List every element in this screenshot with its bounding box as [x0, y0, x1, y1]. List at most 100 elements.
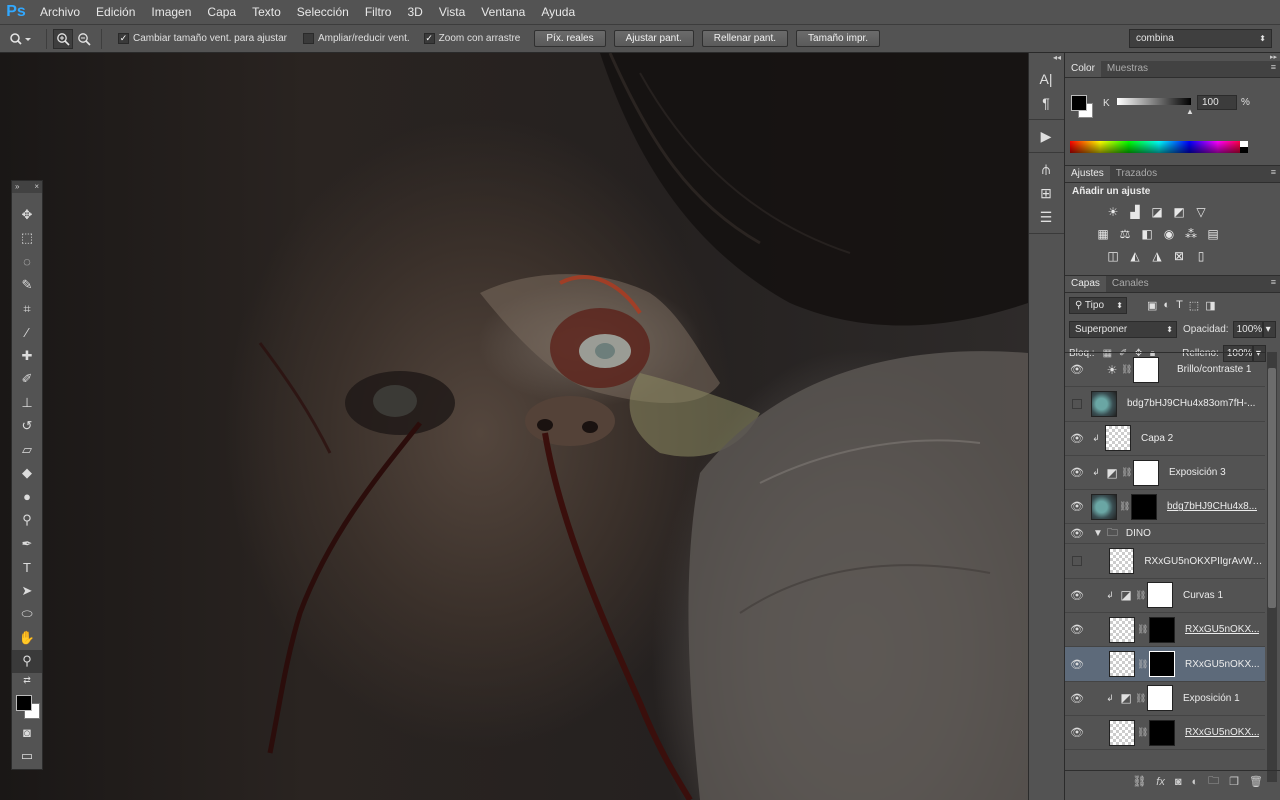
invert-icon[interactable]: ◫ — [1105, 248, 1121, 264]
lasso-tool-icon[interactable]: ◌ — [12, 250, 42, 274]
menu-texto[interactable]: Texto — [244, 0, 289, 24]
quick-selection-tool-icon[interactable]: ✎ — [12, 274, 42, 298]
new-group-icon[interactable]: 🗀 — [1208, 772, 1219, 791]
screen-mode-icon[interactable]: ▭ — [12, 745, 42, 769]
layer-mask-thumbnail[interactable] — [1133, 459, 1159, 486]
color-balance-icon[interactable]: ⚖ — [1117, 226, 1133, 242]
posterize-icon[interactable]: ◭ — [1127, 248, 1143, 264]
tab-layers[interactable]: Capas — [1065, 276, 1106, 292]
layer-mask-thumbnail[interactable] — [1147, 685, 1173, 712]
layer-name[interactable]: Capa 2 — [1141, 433, 1173, 444]
menu-3d[interactable]: 3D — [399, 0, 430, 24]
healing-brush-tool-icon[interactable]: ✚ — [12, 344, 42, 368]
workspace-select[interactable]: combina ⬍ — [1129, 29, 1272, 48]
tab-adjustments[interactable]: Ajustes — [1065, 166, 1110, 182]
link-icon[interactable]: ⛓︎ — [1121, 467, 1132, 478]
blur-tool-icon[interactable]: ● — [12, 485, 42, 509]
layer-row[interactable]: 👁︎ ⛓︎ bdg7bHJ9CHu4x8... — [1065, 490, 1265, 525]
opacity-input[interactable]: 100% — [1232, 320, 1263, 338]
brush-tool-icon[interactable]: ✐ — [12, 368, 42, 392]
link-icon[interactable]: ⛓︎ — [1137, 727, 1148, 738]
new-layer-icon[interactable]: ❐ — [1229, 775, 1239, 788]
threshold-icon[interactable]: ◮ — [1149, 248, 1165, 264]
shape-filter-icon[interactable]: ⬚ — [1189, 299, 1199, 312]
layer-row[interactable]: 👁︎ ☀ ⛓︎ Brillo/contraste 1 — [1065, 353, 1265, 388]
layer-mask-thumbnail[interactable] — [1133, 356, 1159, 383]
layer-mask-thumbnail[interactable] — [1149, 719, 1175, 746]
menu-edicion[interactable]: Edición — [88, 0, 143, 24]
zoom-in-icon[interactable] — [53, 28, 73, 49]
foreground-color-swatch[interactable] — [16, 695, 32, 711]
collapse-icon[interactable]: ◂◂ — [1029, 53, 1064, 63]
expand-triangle-icon[interactable]: ▼ — [1093, 528, 1103, 539]
type-tool-icon[interactable]: T — [12, 556, 42, 580]
layer-name[interactable]: Brillo/contraste 1 — [1177, 364, 1251, 375]
hue-saturation-icon[interactable]: ▦ — [1095, 226, 1111, 242]
print-size-button[interactable]: Tamaño impr. — [796, 30, 881, 47]
menu-capa[interactable]: Capa — [199, 0, 244, 24]
visibility-eye-icon[interactable]: 👁︎ — [1065, 623, 1089, 636]
layer-row[interactable]: bdg7bHJ9CHu4x83om7fH-... — [1065, 387, 1265, 422]
photo-filter-icon[interactable]: ◉ — [1161, 226, 1177, 242]
new-adjustment-icon[interactable]: ◐ — [1192, 776, 1199, 788]
curves-icon[interactable]: ◪ — [1149, 204, 1165, 220]
fit-screen-button[interactable]: Ajustar pant. — [613, 30, 694, 47]
eyedropper-tool-icon[interactable]: ⁄ — [12, 321, 42, 345]
zoom-all-windows-checkbox[interactable]: Ampliar/reducir vent. — [302, 33, 410, 44]
crop-tool-icon[interactable]: ⌗ — [12, 297, 42, 321]
close-icon[interactable]: × — [34, 181, 39, 193]
layer-row[interactable]: 👁︎ ↲ Capa 2 — [1065, 422, 1265, 456]
menu-imagen[interactable]: Imagen — [143, 0, 199, 24]
layer-thumbnail[interactable] — [1091, 493, 1117, 520]
layer-row[interactable]: 👁︎ ↲ ◪ ⛓︎ Curvas 1 — [1065, 579, 1265, 614]
filter-kind-select[interactable]: ⚲ Tipo ⬍ — [1069, 296, 1127, 314]
link-icon[interactable]: ⛓︎ — [1119, 501, 1130, 512]
layer-row[interactable]: RXxGU5nOKXPIIgrAvWu... — [1065, 544, 1265, 579]
layer-group-row[interactable]: 👁︎ ▼ 🗀 DINO — [1065, 524, 1265, 545]
vibrance-icon[interactable]: ▽ — [1193, 204, 1209, 220]
blend-mode-select[interactable]: Superponer ⬍ — [1069, 320, 1177, 338]
visibility-eye-icon[interactable]: 👁︎ — [1065, 466, 1089, 479]
black-white-icon[interactable]: ◧ — [1139, 226, 1155, 242]
exposure-icon[interactable]: ◩ — [1171, 204, 1187, 220]
link-icon[interactable]: ⛓︎ — [1135, 590, 1146, 601]
levels-icon[interactable]: ▟ — [1127, 204, 1143, 220]
layer-row[interactable]: 👁︎ ↲ ◩ ⛓︎ Exposición 3 — [1065, 456, 1265, 491]
layers-scrollbar[interactable] — [1267, 352, 1277, 782]
layer-mask-thumbnail[interactable] — [1149, 616, 1175, 643]
path-selection-tool-icon[interactable]: ➤ — [12, 579, 42, 603]
zoom-out-icon[interactable] — [73, 29, 95, 49]
layer-thumbnail[interactable] — [1109, 616, 1135, 643]
add-mask-icon[interactable]: ◙ — [1175, 776, 1182, 788]
ellipse-tool-icon[interactable]: ⬭ — [12, 603, 42, 627]
menu-ayuda[interactable]: Ayuda — [533, 0, 583, 24]
link-icon[interactable]: ⛓︎ — [1137, 659, 1148, 670]
foreground-color-swatch[interactable] — [1071, 95, 1087, 111]
clone-source-icon[interactable]: ⊞ — [1029, 181, 1063, 205]
character-panel-icon[interactable]: A| — [1029, 67, 1063, 91]
clone-stamp-tool-icon[interactable]: ⊥ — [12, 391, 42, 415]
layer-name[interactable]: RXxGU5nOKX... — [1185, 659, 1259, 670]
adjustment-filter-icon[interactable]: ◐ — [1163, 299, 1170, 312]
menu-vista[interactable]: Vista — [431, 0, 473, 24]
visibility-eye-icon[interactable]: 👁︎ — [1065, 363, 1089, 376]
layer-style-icon[interactable]: fx — [1156, 776, 1165, 788]
collapse-icon[interactable]: ▸▸ — [1065, 53, 1280, 61]
layer-mask-thumbnail[interactable] — [1147, 582, 1173, 609]
eraser-tool-icon[interactable]: ▱ — [12, 438, 42, 462]
visibility-eye-icon[interactable]: 👁︎ — [1065, 726, 1089, 739]
group-name[interactable]: DINO — [1126, 528, 1151, 539]
toolbox-header[interactable]: » × — [12, 181, 42, 193]
black-white-swatch[interactable] — [1240, 141, 1248, 153]
layer-thumbnail[interactable] — [1105, 425, 1131, 452]
gradient-map-icon[interactable]: ▯ — [1193, 248, 1209, 264]
fill-screen-button[interactable]: Rellenar pant. — [701, 30, 789, 47]
layer-thumbnail[interactable] — [1109, 719, 1135, 746]
move-tool-icon[interactable]: ✥ — [12, 203, 42, 227]
pen-tool-icon[interactable]: ✒ — [12, 532, 42, 556]
layer-row[interactable]: 👁︎ ⛓︎ RXxGU5nOKX... — [1065, 613, 1265, 648]
pixel-filter-icon[interactable]: ▣ — [1147, 299, 1157, 312]
layer-row[interactable]: 👁︎ ↲ ◩ ⛓︎ Exposición 1 — [1065, 682, 1265, 716]
gray-value-input[interactable]: 100 — [1197, 95, 1237, 110]
layer-name[interactable]: Exposición 1 — [1183, 693, 1240, 704]
